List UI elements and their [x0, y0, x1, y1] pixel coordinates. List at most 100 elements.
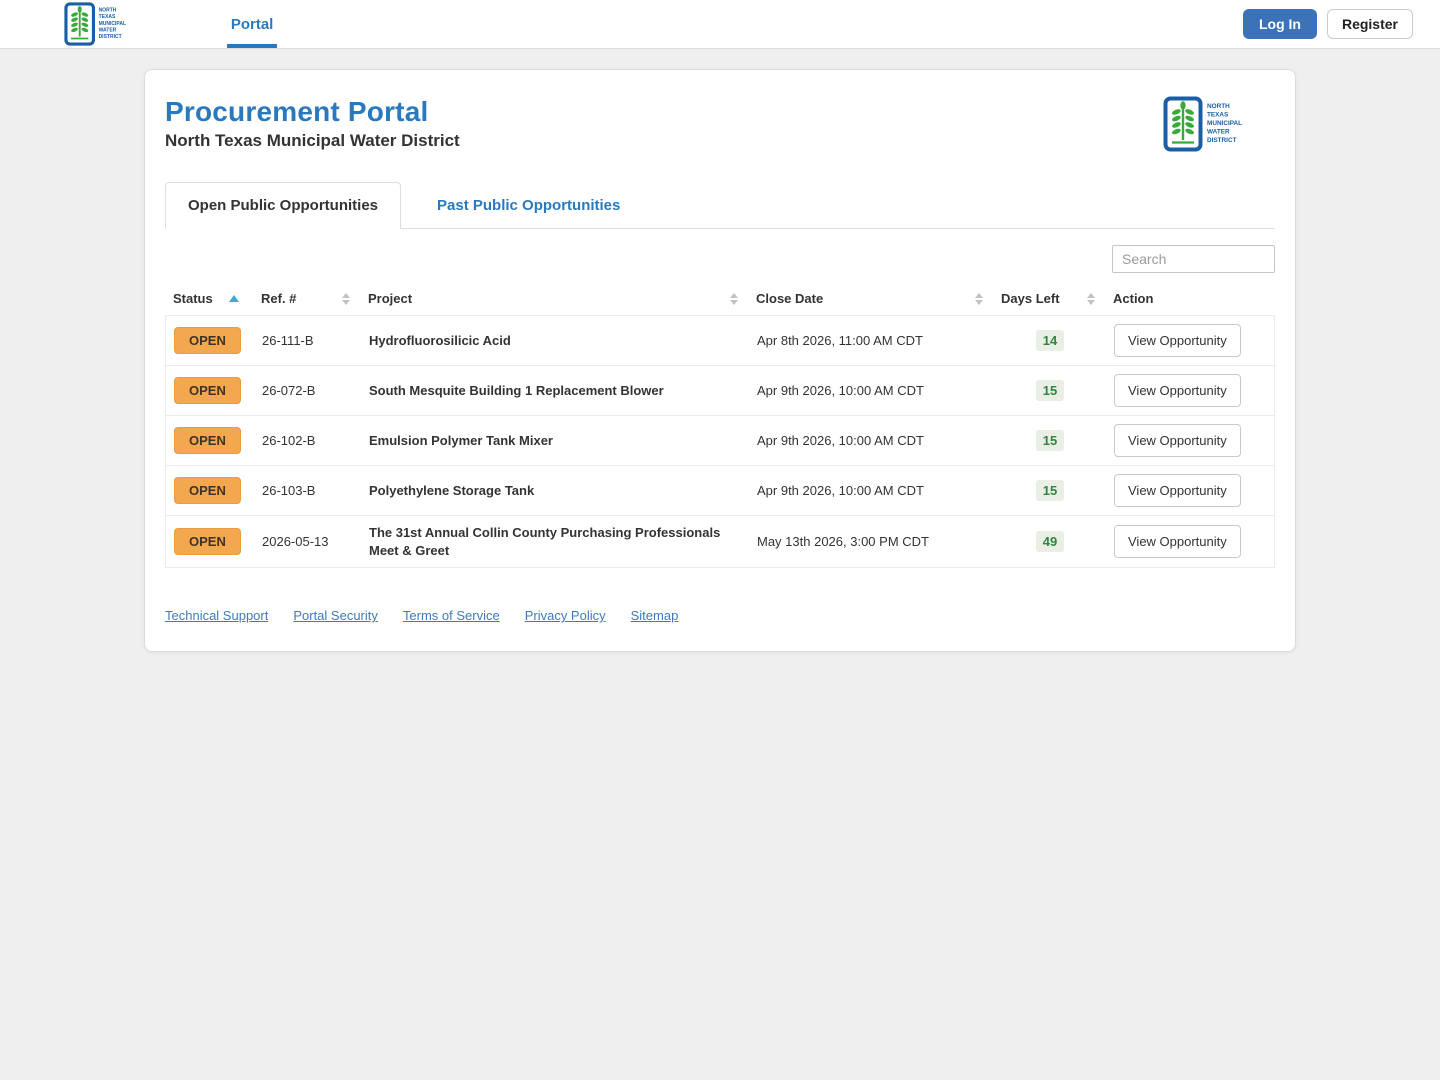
svg-text:TEXAS: TEXAS: [99, 14, 116, 20]
opportunities-table-body: OPEN 26-111-B Hydrofluorosilicic Acid Ap…: [165, 315, 1275, 569]
footer-link-sitemap[interactable]: Sitemap: [631, 608, 679, 623]
status-badge: OPEN: [174, 477, 241, 504]
ref-cell: 2026-05-13: [262, 534, 329, 550]
card-footer: Technical Support Portal Security Terms …: [165, 608, 1275, 627]
table-row: OPEN 26-102-B Emulsion Polymer Tank Mixe…: [166, 416, 1274, 466]
water-district-logo-icon: NORTH TEXAS MUNICIPAL WATER DISTRICT: [1163, 96, 1242, 152]
view-opportunity-button[interactable]: View Opportunity: [1114, 374, 1241, 407]
days-left-cell: 15: [994, 372, 1106, 409]
days-left-badge: 14: [1035, 330, 1065, 351]
close-date-cell: Apr 9th 2026, 10:00 AM CDT: [757, 383, 924, 398]
days-left-cell: 14: [994, 322, 1106, 359]
view-opportunity-button[interactable]: View Opportunity: [1114, 324, 1241, 357]
table-row: OPEN 2026-05-13 The 31st Annual Collin C…: [166, 516, 1274, 567]
svg-text:WATER: WATER: [1207, 129, 1230, 136]
tab-open-public-opportunities[interactable]: Open Public Opportunities: [165, 182, 402, 229]
status-cell: OPEN: [166, 319, 254, 362]
days-left-cell: 15: [994, 472, 1106, 509]
sort-icon: [730, 292, 738, 305]
action-cell: View Opportunity: [1106, 366, 1274, 415]
status-cell: OPEN: [166, 469, 254, 512]
column-header-status[interactable]: Status: [165, 283, 253, 315]
search-input[interactable]: [1112, 245, 1275, 273]
card-header: Procurement Portal North Texas Municipal…: [165, 96, 1275, 152]
action-cell: View Opportunity: [1106, 316, 1274, 365]
title-block: Procurement Portal North Texas Municipal…: [165, 96, 460, 151]
close-date-cell: Apr 9th 2026, 10:00 AM CDT: [757, 483, 924, 498]
search-row: [165, 245, 1275, 273]
project-cell: South Mesquite Building 1 Replacement Bl…: [369, 382, 664, 398]
close-date-cell: Apr 9th 2026, 10:00 AM CDT: [757, 433, 924, 448]
sort-icon: [1087, 292, 1095, 305]
column-label: Days Left: [1001, 291, 1060, 306]
sort-icon: [342, 292, 350, 305]
status-cell: OPEN: [166, 419, 254, 462]
page-subtitle: North Texas Municipal Water District: [165, 131, 460, 150]
close-date-cell: May 13th 2026, 3:00 PM CDT: [757, 534, 929, 550]
status-badge: OPEN: [174, 377, 241, 404]
status-cell: OPEN: [166, 520, 254, 563]
district-logo: NORTH TEXAS MUNICIPAL WATER DISTRICT: [1163, 96, 1275, 152]
sort-ascending-icon: [229, 295, 239, 302]
register-button[interactable]: Register: [1326, 9, 1413, 39]
project-cell: Polyethylene Storage Tank: [369, 482, 535, 498]
column-label: Action: [1113, 291, 1154, 306]
days-left-badge: 15: [1035, 430, 1065, 451]
login-button[interactable]: Log In: [1242, 9, 1317, 39]
ref-cell: 26-111-B: [262, 333, 314, 348]
column-label: Ref. #: [261, 291, 297, 306]
days-left-badge: 15: [1035, 480, 1065, 501]
column-header-project[interactable]: Project: [360, 283, 748, 315]
svg-text:MUNICIPAL: MUNICIPAL: [99, 21, 127, 27]
svg-text:NORTH: NORTH: [1207, 103, 1230, 110]
water-district-logo-icon: NORTH TEXAS MUNICIPAL WATER DISTRICT: [64, 2, 127, 46]
view-opportunity-button[interactable]: View Opportunity: [1114, 525, 1241, 559]
svg-text:MUNICIPAL: MUNICIPAL: [1207, 120, 1242, 127]
action-cell: View Opportunity: [1106, 466, 1274, 515]
svg-text:DISTRICT: DISTRICT: [99, 34, 123, 40]
nav-portal-link[interactable]: Portal: [226, 0, 278, 48]
svg-text:TEXAS: TEXAS: [1207, 112, 1229, 119]
table-row: OPEN 26-111-B Hydrofluorosilicic Acid Ap…: [166, 316, 1274, 366]
days-left-cell: 15: [994, 422, 1106, 459]
footer-link-portal-security[interactable]: Portal Security: [293, 608, 378, 623]
svg-text:WATER: WATER: [99, 27, 117, 33]
status-badge: OPEN: [174, 427, 241, 454]
ref-cell: 26-102-B: [262, 433, 316, 448]
table-row: OPEN 26-103-B Polyethylene Storage Tank …: [166, 466, 1274, 516]
table-header-row: Status Ref. # Project Close Date Days Le…: [165, 283, 1275, 315]
footer-link-terms-of-service[interactable]: Terms of Service: [403, 608, 500, 623]
footer-link-technical-support[interactable]: Technical Support: [165, 608, 268, 623]
action-cell: View Opportunity: [1106, 517, 1274, 566]
opportunities-tabs: Open Public Opportunities Past Public Op…: [165, 182, 1275, 229]
column-label: Status: [173, 291, 213, 306]
district-logo: NORTH TEXAS MUNICIPAL WATER DISTRICT: [64, 2, 149, 46]
top-navbar: NORTH TEXAS MUNICIPAL WATER DISTRICT Por…: [0, 0, 1440, 49]
column-header-days-left[interactable]: Days Left: [993, 283, 1105, 315]
status-badge: OPEN: [174, 327, 241, 354]
days-left-cell: 49: [994, 523, 1106, 560]
sort-icon: [975, 292, 983, 305]
view-opportunity-button[interactable]: View Opportunity: [1114, 424, 1241, 457]
column-header-action: Action: [1105, 283, 1275, 315]
column-header-close-date[interactable]: Close Date: [748, 283, 993, 315]
days-left-badge: 15: [1035, 380, 1065, 401]
ref-cell: 26-072-B: [262, 383, 316, 398]
column-label: Project: [368, 291, 413, 306]
project-cell: Emulsion Polymer Tank Mixer: [369, 432, 553, 448]
status-cell: OPEN: [166, 369, 254, 412]
view-opportunity-button[interactable]: View Opportunity: [1114, 474, 1241, 507]
tab-past-public-opportunities[interactable]: Past Public Opportunities: [415, 183, 642, 228]
close-date-cell: Apr 8th 2026, 11:00 AM CDT: [757, 333, 923, 348]
svg-text:DISTRICT: DISTRICT: [1207, 137, 1237, 144]
procurement-portal-card: Procurement Portal North Texas Municipal…: [144, 69, 1296, 653]
footer-link-privacy-policy[interactable]: Privacy Policy: [525, 608, 606, 623]
status-badge: OPEN: [174, 528, 241, 556]
project-cell: The 31st Annual Collin County Purchasing…: [369, 525, 721, 558]
column-header-ref[interactable]: Ref. #: [253, 283, 360, 315]
days-left-badge: 49: [1035, 531, 1065, 553]
action-cell: View Opportunity: [1106, 416, 1274, 465]
column-label: Close Date: [756, 291, 824, 306]
project-cell: Hydrofluorosilicic Acid: [369, 332, 511, 348]
page-title: Procurement Portal: [165, 96, 429, 127]
